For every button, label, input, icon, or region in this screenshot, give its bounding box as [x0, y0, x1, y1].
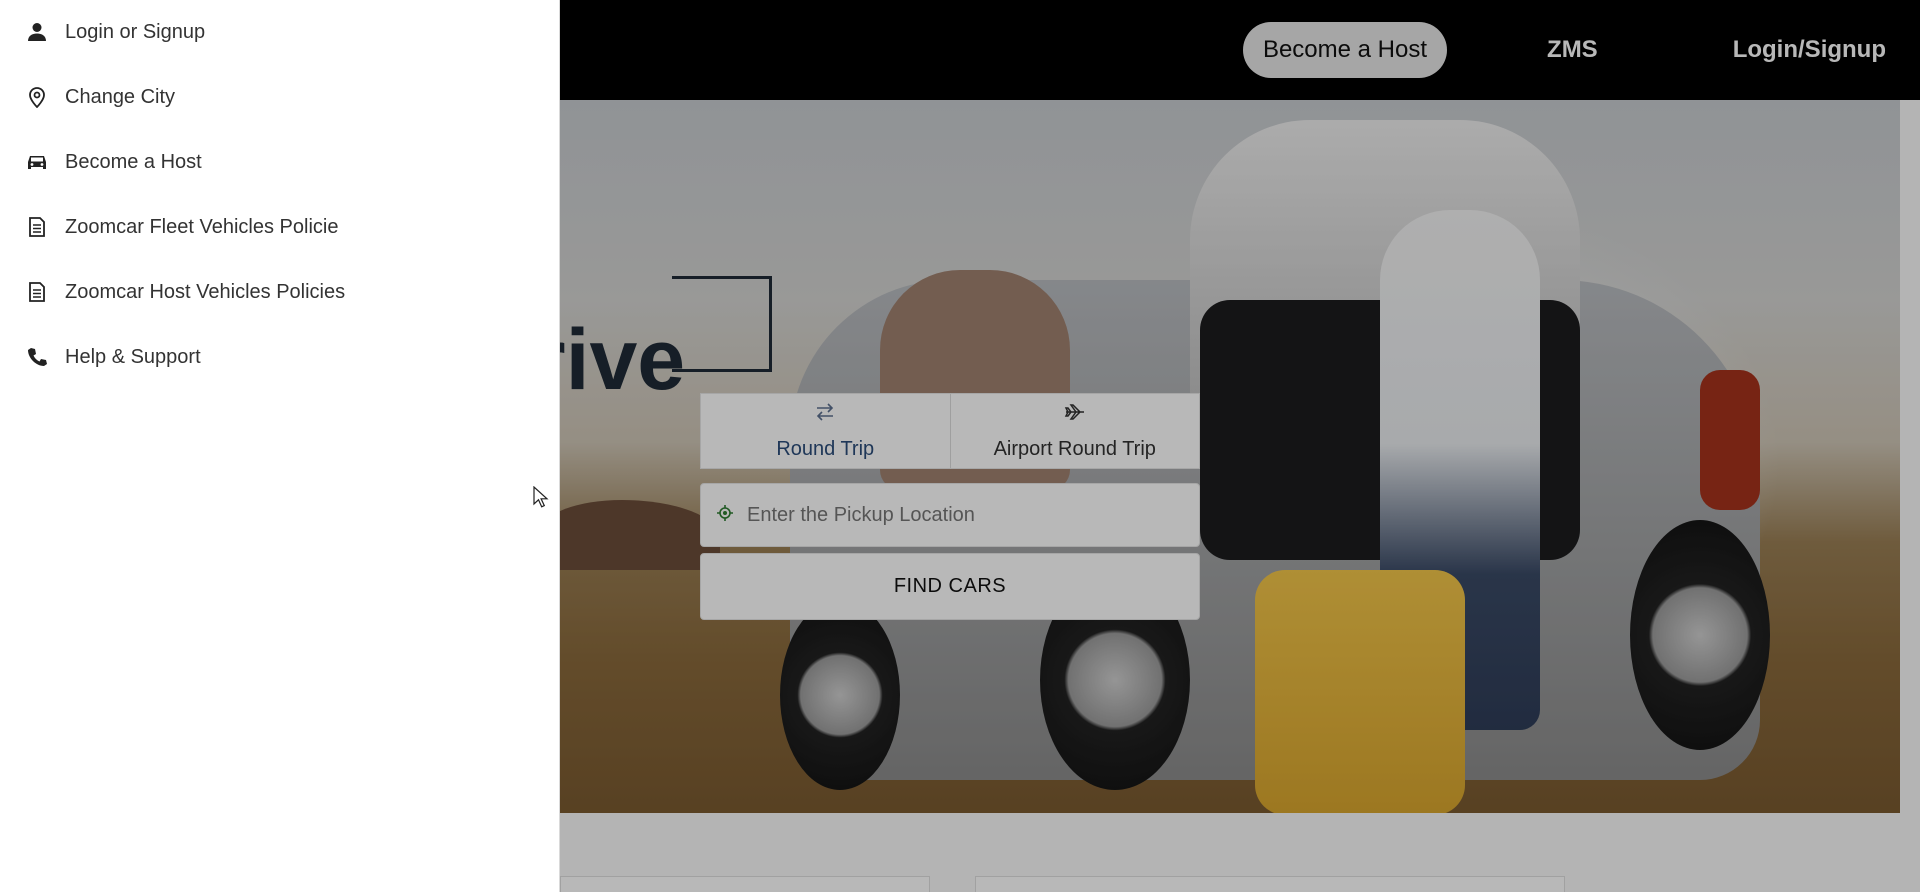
- drawer-item-label: Help & Support: [65, 345, 201, 368]
- drawer-item-login-signup[interactable]: Login or Signup: [0, 7, 560, 57]
- document-icon: [26, 216, 48, 238]
- drawer-item-help-support[interactable]: Help & Support: [0, 332, 560, 382]
- drawer-item-change-city[interactable]: Change City: [0, 72, 560, 122]
- side-drawer-menu: Login or Signup Change City Become a Hos…: [0, 0, 560, 892]
- document-icon: [26, 281, 48, 303]
- drawer-item-become-host[interactable]: Become a Host: [0, 137, 560, 187]
- app-root: Become a Host ZMS Login/Signup y of Driv…: [0, 0, 1920, 892]
- drawer-item-fleet-policies[interactable]: Zoomcar Fleet Vehicles Policie: [0, 202, 560, 252]
- phone-icon: [26, 346, 48, 368]
- drawer-item-label: Login or Signup: [65, 20, 206, 43]
- map-pin-icon: [26, 86, 48, 108]
- car-icon: [26, 151, 48, 173]
- drawer-item-label: Change City: [65, 85, 176, 108]
- user-icon: [26, 21, 48, 43]
- drawer-item-label: Zoomcar Fleet Vehicles Policie: [65, 215, 339, 238]
- drawer-item-label: Become a Host: [65, 150, 202, 173]
- mouse-cursor-icon: [533, 486, 549, 508]
- drawer-item-host-policies[interactable]: Zoomcar Host Vehicles Policies: [0, 267, 560, 317]
- drawer-item-label: Zoomcar Host Vehicles Policies: [65, 280, 346, 303]
